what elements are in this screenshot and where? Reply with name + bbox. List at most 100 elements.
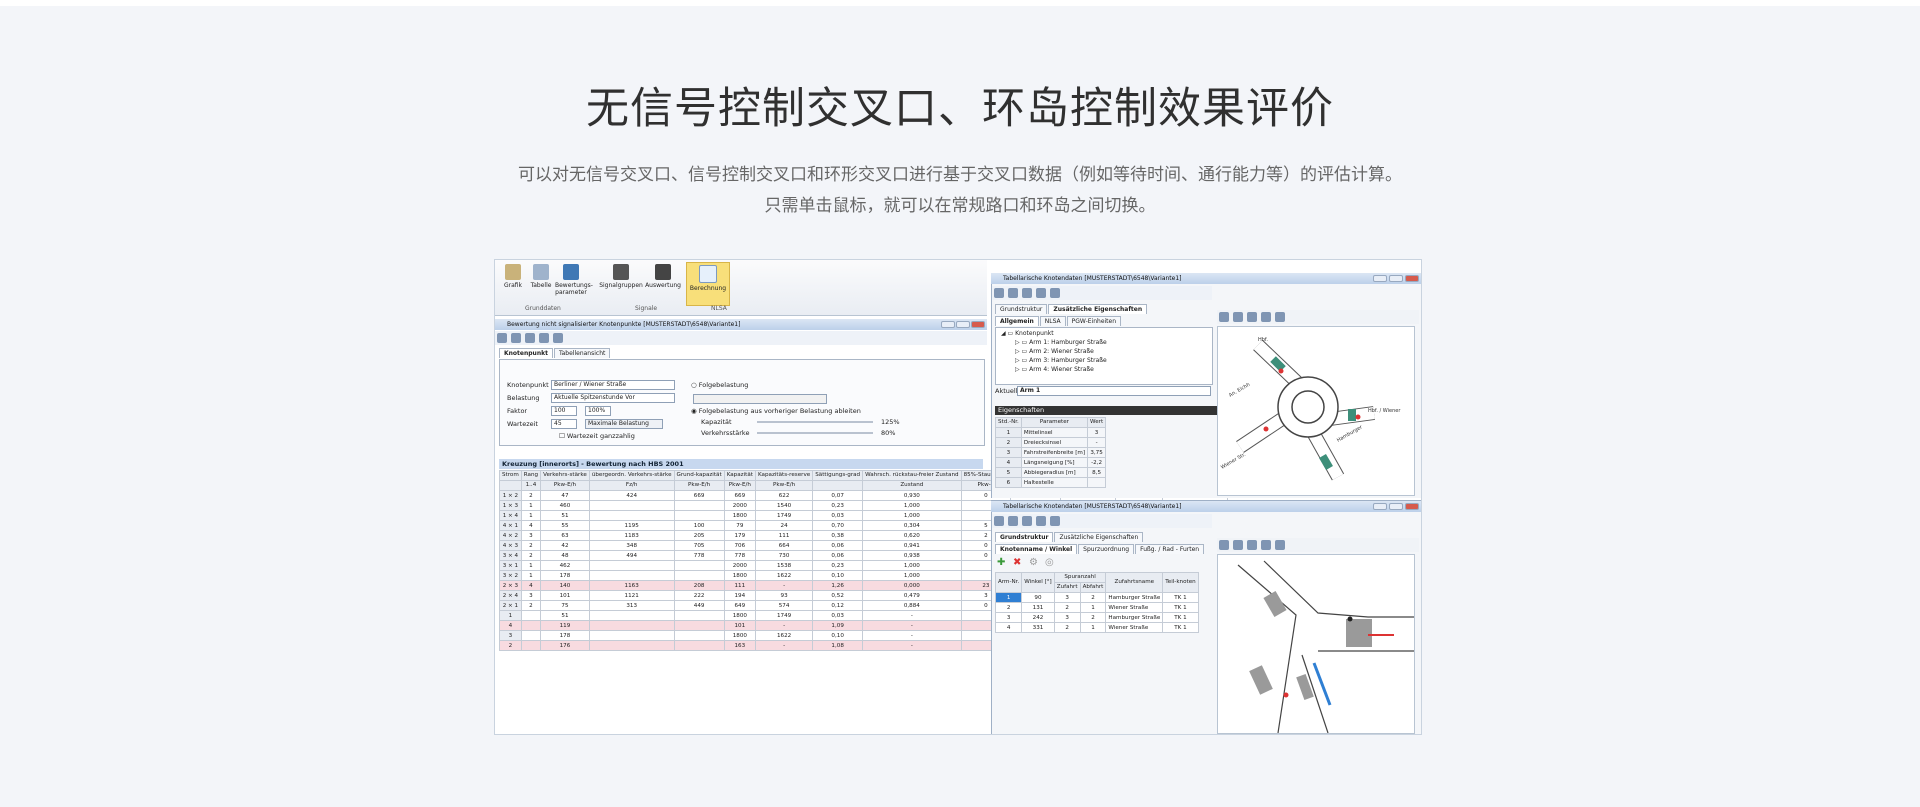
edit-icon[interactable]	[994, 288, 1004, 298]
table-cell: 194	[723, 590, 756, 601]
page-icon[interactable]	[1219, 540, 1229, 550]
faktor-input[interactable]: 100	[551, 406, 577, 416]
faktor-percent-input[interactable]: 100%	[585, 406, 611, 416]
table-cell: 424	[588, 490, 675, 501]
tab-zusaetzliche-eigenschaften[interactable]: Zusätzliche Eigenschaften	[1054, 532, 1144, 542]
table-row[interactable]: 4 Längsneigung [%] -2,2	[995, 457, 1107, 468]
table-row[interactable]: 1 Mittelinsel 3	[995, 427, 1107, 438]
zoom-out-icon[interactable]	[1247, 540, 1257, 550]
maximize-button[interactable]	[956, 321, 970, 328]
table-row[interactable]: 3 Fahrstreifenbreite [m] 3,75	[995, 447, 1107, 458]
page-icon[interactable]	[1219, 312, 1229, 322]
save-icon[interactable]	[1022, 516, 1032, 526]
edit-icon[interactable]	[539, 333, 549, 343]
table-cell: 4	[995, 457, 1022, 468]
tab-tabellenansicht[interactable]: Tabellenansicht	[553, 348, 611, 358]
row-header: 4	[499, 620, 522, 631]
settings-icon[interactable]	[1050, 288, 1060, 298]
save-icon[interactable]	[1022, 288, 1032, 298]
ribbon-button-parameter[interactable]: Bewertungs-parameter	[555, 264, 593, 296]
verkehr-slider[interactable]	[757, 432, 873, 434]
globe-icon[interactable]	[1261, 312, 1271, 322]
wartezeit-input[interactable]: 45	[551, 419, 577, 429]
ribbon-button-berechnung[interactable]: Berechnung	[686, 262, 730, 306]
max-belastung-button[interactable]: Maximale Belastung	[585, 419, 663, 429]
table-row[interactable]: 3 242 3 2 Hamburger Straße TK 1	[994, 612, 1199, 623]
tab-grundstruktur[interactable]: Grundstruktur	[995, 532, 1054, 542]
ribbon-button-auswertung[interactable]: Auswertung	[645, 264, 681, 289]
minimize-button[interactable]	[941, 321, 955, 328]
ribbon-button-tabelle[interactable]: Tabelle	[527, 264, 555, 289]
folgebelastung-select[interactable]	[693, 394, 827, 404]
tools-icon[interactable]: ⚙	[1029, 557, 1038, 568]
print-icon[interactable]	[1036, 516, 1046, 526]
subtab-nlsa[interactable]: NLSA	[1039, 316, 1066, 326]
minimize-button[interactable]	[1373, 275, 1387, 282]
kapazitaet-slider[interactable]	[757, 421, 873, 423]
zoom-in-icon[interactable]	[1233, 312, 1243, 322]
table-cell: 622	[754, 490, 814, 501]
belastung-select[interactable]: Aktuelle Spitzenstunde Vor	[551, 393, 675, 403]
settings-icon[interactable]	[1050, 516, 1060, 526]
table-row[interactable]: 6 Haltestelle	[995, 477, 1107, 488]
close-button[interactable]	[971, 321, 985, 328]
subtab-pgw[interactable]: PGW-Einheiten	[1066, 316, 1122, 326]
table-row[interactable]: 5 Abbiegeradius [m] 8,5	[995, 467, 1107, 478]
export-icon[interactable]	[553, 333, 563, 343]
new-icon[interactable]	[1008, 516, 1018, 526]
table-cell: 1	[1079, 622, 1107, 633]
new-icon[interactable]	[1008, 288, 1018, 298]
folgebelastung-radio[interactable]: ○ Folgebelastung	[691, 381, 748, 389]
subtab-spurzuordnung[interactable]: Spurzuordnung	[1078, 544, 1135, 554]
pointer-icon[interactable]	[1275, 312, 1285, 322]
table-cell: 111	[723, 580, 756, 591]
table-row[interactable]: 4 331 2 1 Wiener Straße TK 1	[994, 622, 1199, 633]
table-row[interactable]: 2 131 2 1 Wiener Straße TK 1	[994, 602, 1199, 613]
table-row[interactable]: 2 Dreiecksinsel -	[995, 437, 1107, 448]
table-cell: 0,06	[812, 540, 864, 551]
subtab-knotenname[interactable]: Knotenname / Winkel	[995, 544, 1078, 554]
subtab-allgemein[interactable]: Allgemein	[995, 316, 1039, 326]
zoom-in-icon[interactable]	[1233, 540, 1243, 550]
subtab-furten[interactable]: Fußg. / Rad - Furten	[1135, 544, 1205, 554]
minimize-button[interactable]	[1373, 503, 1387, 510]
zoom-out-icon[interactable]	[1247, 312, 1257, 322]
table-cell	[520, 640, 542, 651]
tab-zusaetzliche-eigenschaften[interactable]: Zusätzliche Eigenschaften	[1048, 304, 1148, 314]
refresh-icon[interactable]: ◎	[1045, 557, 1054, 568]
add-icon[interactable]: ✚	[997, 557, 1005, 568]
table-cell: 48	[540, 550, 590, 561]
tree-root[interactable]: ◢ ▭ Knotenpunkt	[1001, 330, 1054, 338]
tree-item[interactable]: ▷ ▭ Arm 4: Wiener Straße	[1015, 366, 1094, 374]
tab-grundstruktur[interactable]: Grundstruktur	[995, 304, 1048, 314]
aktuell-value[interactable]: Arm 1	[1017, 386, 1211, 396]
close-button[interactable]	[1405, 503, 1419, 510]
page-description: 可以对无信号交叉口、信号控制交叉口和环形交叉口进行基于交叉口数据（例如等待时间、…	[0, 160, 1920, 222]
globe-icon[interactable]	[1261, 540, 1271, 550]
close-button[interactable]	[1405, 275, 1419, 282]
save-icon[interactable]	[511, 333, 521, 343]
tree-item[interactable]: ▷ ▭ Arm 3: Hamburger Straße	[1015, 357, 1107, 365]
pointer-icon[interactable]	[1275, 540, 1285, 550]
maximize-button[interactable]	[1389, 275, 1403, 282]
edit-icon[interactable]	[994, 516, 1004, 526]
table-cell: 778	[673, 550, 725, 561]
wartezeit-checkbox[interactable]: ☐ Wartezeit ganzzahlig	[559, 432, 635, 440]
table-cell: 1,000	[862, 570, 962, 581]
folge-ableiten-radio[interactable]: ◉ Folgebelastung aus vorheriger Belastun…	[691, 407, 861, 415]
tree-item[interactable]: ▷ ▭ Arm 1: Hamburger Straße	[1015, 339, 1107, 347]
print-icon[interactable]	[525, 333, 535, 343]
knotenpunkt-select[interactable]: Berliner / Wiener Straße	[551, 380, 675, 390]
ribbon-button-signalgruppen[interactable]: Signalgruppen	[599, 264, 643, 289]
ribbon-button-grafik[interactable]: Grafik	[499, 264, 527, 289]
roundabout-map[interactable]: Hbf. / Wiener An. Eichh Hamburger Wiener…	[1217, 326, 1415, 496]
table-cell: 1	[520, 560, 542, 571]
delete-icon[interactable]: ✖	[1013, 557, 1021, 568]
new-icon[interactable]	[497, 333, 507, 343]
print-icon[interactable]	[1036, 288, 1046, 298]
maximize-button[interactable]	[1389, 503, 1403, 510]
tab-knotenpunkt[interactable]: Knotenpunkt	[499, 348, 553, 358]
table-row[interactable]: 1 90 3 2 Hamburger Straße TK 1	[994, 592, 1199, 603]
intersection-map[interactable]	[1217, 554, 1415, 734]
tree-item[interactable]: ▷ ▭ Arm 2: Wiener Straße	[1015, 348, 1094, 356]
